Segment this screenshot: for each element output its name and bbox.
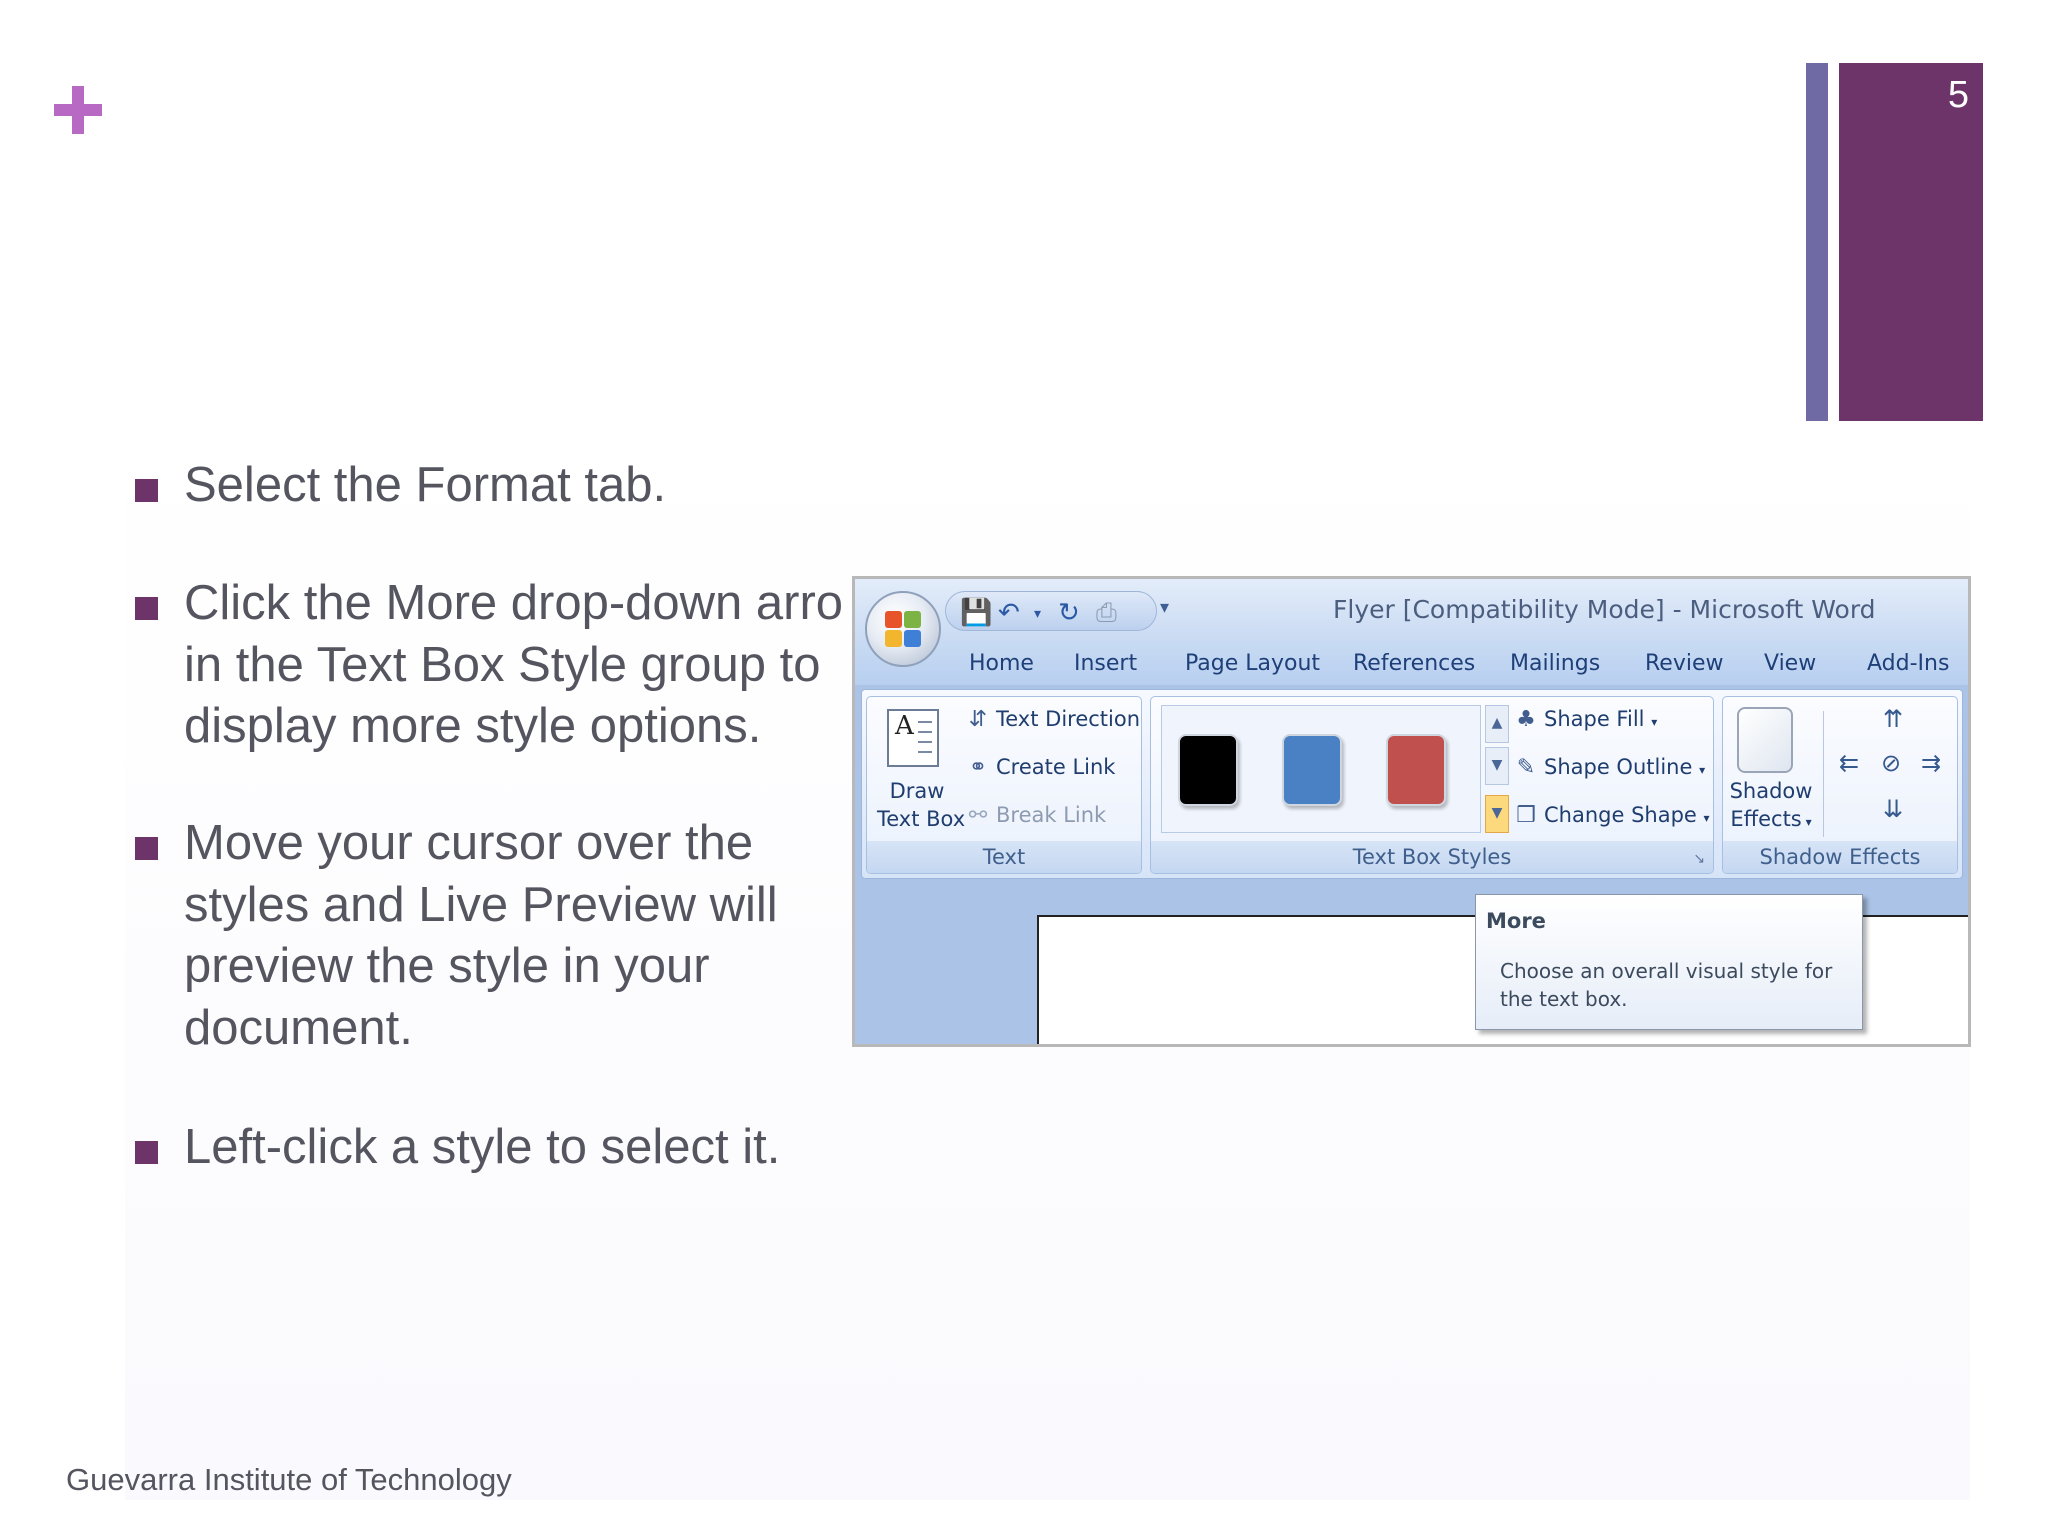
text-direction-icon: ⇵	[968, 707, 988, 732]
draw-text-box-label: Text Box	[877, 807, 966, 831]
text-direction-label: Text Direction	[996, 707, 1141, 731]
shadow-effects-icon[interactable]	[1737, 707, 1793, 773]
change-shape-icon: ❒	[1516, 803, 1536, 828]
shadow-effects-label: Effects	[1730, 807, 1802, 831]
print-icon[interactable]: ⎙	[1096, 598, 1117, 629]
style-swatch-blue[interactable]	[1282, 734, 1342, 806]
undo-icon[interactable]: ↶	[998, 598, 1020, 628]
separator	[1823, 711, 1824, 837]
draw-text-box-label: Draw	[889, 779, 945, 803]
accent-bar-thin	[1806, 63, 1828, 421]
break-link-label: Break Link	[996, 803, 1107, 827]
chevron-down-icon: ▾	[1651, 715, 1658, 729]
bullet-text: preview the style in your	[184, 939, 710, 993]
window-title: Flyer [Compatibility Mode] - Microsoft W…	[1333, 595, 1876, 624]
shadow-effects-group: Shadow Effects ▾ ⇈ ⇇ ⊘ ⇉ ⇊ Shadow Effect…	[1722, 696, 1958, 874]
bullet-item: Click the More drop-down arro in the Tex…	[135, 573, 843, 758]
change-shape-label: Change Shape	[1544, 803, 1697, 827]
tab-view[interactable]: View	[1764, 651, 1816, 676]
undo-dropdown-icon[interactable]: ▾	[1034, 606, 1041, 622]
bullet-text: Select the Format tab.	[184, 458, 667, 512]
break-link-button[interactable]: ⚯ Break Link	[965, 803, 1106, 828]
tab-add-ins[interactable]: Add-Ins	[1867, 651, 1949, 676]
shape-fill-label: Shape Fill	[1544, 707, 1645, 731]
create-link-button[interactable]: ⚭ Create Link	[965, 755, 1116, 780]
bullet-marker	[135, 837, 158, 860]
nudge-down-icon[interactable]: ⇊	[1883, 795, 1903, 823]
chevron-down-icon: ▾	[1703, 811, 1710, 825]
ribbon-tabs: Home Insert Page Layout References Maili…	[855, 641, 1968, 685]
shadow-toggle-icon[interactable]: ⊘	[1881, 749, 1901, 777]
tab-home[interactable]: Home	[969, 651, 1034, 676]
text-direction-button[interactable]: ⇵ Text Direction	[965, 707, 1140, 732]
bullet-marker	[135, 1141, 158, 1164]
office-logo-icon	[885, 611, 923, 649]
gallery-scroll-down-button[interactable]: ▼	[1485, 747, 1509, 785]
tab-review[interactable]: Review	[1645, 651, 1724, 676]
draw-text-box-icon[interactable]: A	[887, 709, 939, 767]
style-gallery	[1161, 705, 1481, 833]
group-label: Text Box Styles	[1151, 841, 1713, 873]
tab-insert[interactable]: Insert	[1074, 651, 1137, 676]
tab-page-layout[interactable]: Page Layout	[1185, 651, 1320, 676]
customize-toolbar-icon[interactable]: ▾	[1160, 597, 1169, 618]
more-tooltip: More Choose an overall visual style for …	[1475, 894, 1863, 1030]
shape-outline-button[interactable]: ✎ Shape Outline ▾	[1513, 755, 1705, 780]
nudge-up-icon[interactable]: ⇈	[1883, 705, 1903, 733]
break-link-icon: ⚯	[968, 803, 988, 828]
text-group: A Draw Text Box ⇵ Text Direction ⚭ Create …	[866, 696, 1142, 874]
bullet-text: Move your cursor over the	[184, 816, 754, 870]
save-icon[interactable]: 💾	[960, 598, 992, 628]
word-screenshot: 💾 ↶ ▾ ↻ ⎙ ▾ Flyer [Compatibility Mode] -…	[852, 576, 1971, 1047]
style-swatch-red[interactable]	[1386, 734, 1446, 806]
tab-mailings[interactable]: Mailings	[1510, 651, 1600, 676]
shadow-effects-button[interactable]: Shadow Effects ▾	[1729, 777, 1813, 836]
bullet-text: Click the More drop-down arro	[184, 576, 844, 630]
group-label: Text	[867, 841, 1141, 873]
bullet-text: Left-click a style to select it.	[184, 1120, 781, 1174]
more-dropdown-button[interactable]: ▼	[1485, 795, 1509, 833]
pencil-icon: ✎	[1516, 755, 1536, 780]
quick-access-toolbar: 💾 ↶ ▾ ↻ ⎙	[945, 591, 1157, 631]
shape-fill-button[interactable]: ♣ Shape Fill ▾	[1513, 707, 1657, 732]
shape-outline-label: Shape Outline	[1544, 755, 1693, 779]
slide-number: 5	[1947, 74, 1969, 116]
tooltip-body: Choose an overall visual style for the t…	[1500, 959, 1833, 1011]
group-label: Shadow Effects	[1723, 841, 1957, 873]
plus-icon	[50, 80, 106, 136]
paint-bucket-icon: ♣	[1516, 707, 1536, 732]
office-button[interactable]	[865, 591, 941, 667]
bullet-text: in the Text Box Style group to	[184, 637, 821, 692]
dialog-launcher-icon[interactable]: ↘	[1693, 851, 1705, 867]
tab-references[interactable]: References	[1353, 651, 1475, 676]
change-shape-button[interactable]: ❒ Change Shape ▾	[1513, 803, 1710, 828]
footer-text: Guevarra Institute of Technology	[66, 1462, 512, 1497]
shadow-effects-label: Shadow	[1729, 779, 1813, 803]
bullet-marker	[135, 597, 158, 620]
bullet-item: Left-click a style to select it.	[135, 1117, 780, 1179]
chevron-down-icon: ▾	[1699, 763, 1706, 777]
bullet-item: Move your cursor over the styles and Liv…	[135, 813, 778, 1059]
text-box-styles-group: ▲ ▼ ▼ ♣ Shape Fill ▾ ✎ Shape Outline ▾ ❒ Ch…	[1150, 696, 1805, 986]
draw-text-box-button[interactable]: Draw Text Box	[877, 777, 966, 833]
bullet-text: styles and Live Preview will	[184, 877, 778, 932]
tooltip-title: More	[1486, 909, 1546, 933]
bullet-text: document.	[184, 1000, 413, 1055]
chevron-down-icon: ▾	[1801, 815, 1812, 829]
nudge-right-icon[interactable]: ⇉	[1921, 749, 1941, 777]
title-bar: 💾 ↶ ▾ ↻ ⎙ ▾ Flyer [Compatibility Mode] -…	[855, 579, 1968, 641]
redo-icon[interactable]: ↻	[1058, 598, 1080, 628]
bullet-item: Select the Format tab.	[135, 455, 666, 517]
create-link-label: Create Link	[996, 755, 1116, 779]
link-icon: ⚭	[968, 755, 988, 780]
bullet-text: display more style options.	[184, 699, 762, 753]
style-swatch-black[interactable]	[1178, 734, 1238, 806]
bullet-marker	[135, 479, 158, 502]
ribbon: A Draw Text Box ⇵ Text Direction ⚭ Create …	[861, 689, 1963, 986]
nudge-left-icon[interactable]: ⇇	[1839, 749, 1859, 777]
gallery-scroll-up-button[interactable]: ▲	[1485, 705, 1509, 743]
